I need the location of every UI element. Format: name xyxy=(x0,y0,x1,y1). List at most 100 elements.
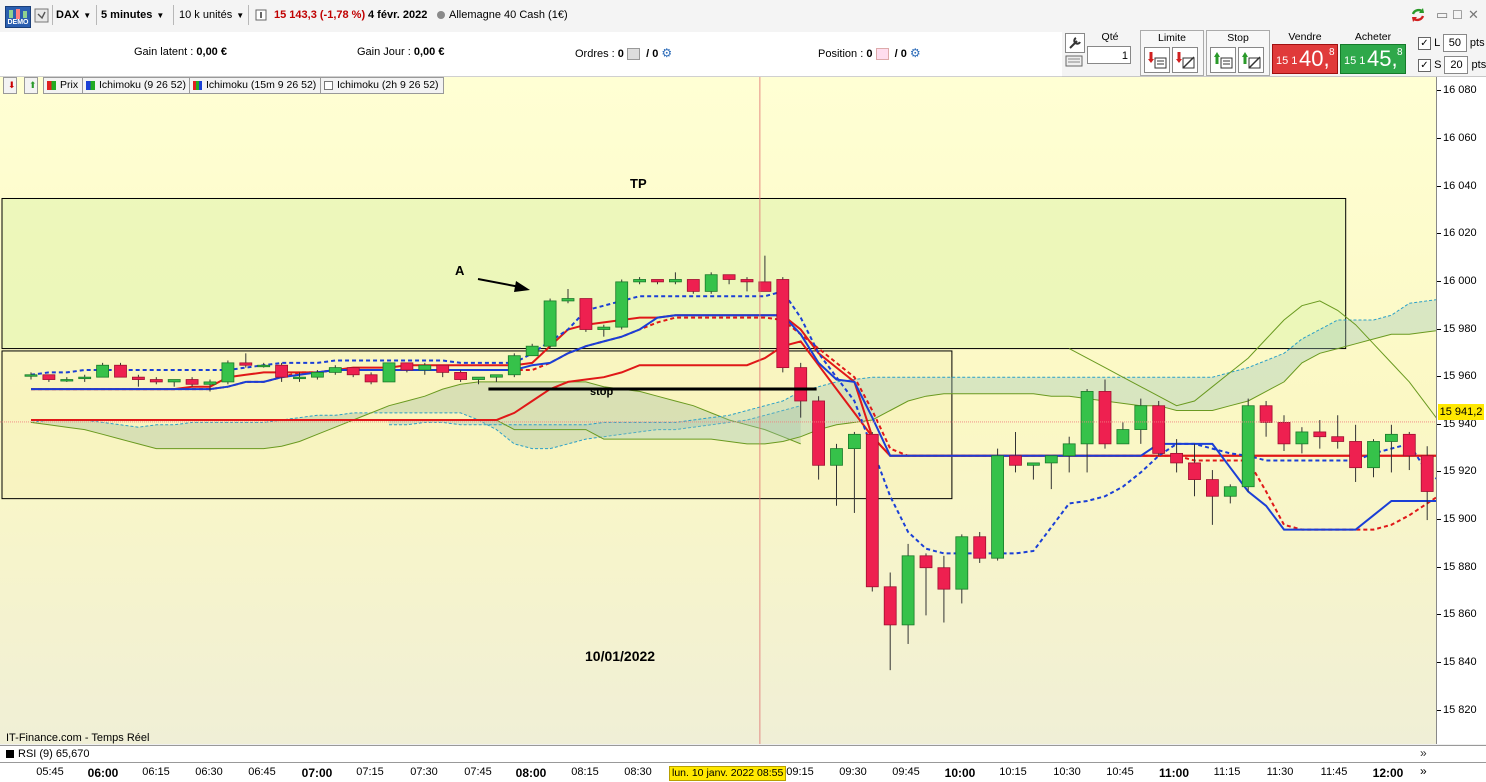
candle-body xyxy=(848,433,861,450)
demo-badge: DEMO xyxy=(5,6,31,28)
buy-box: Acheter 15 1 45, 8 xyxy=(1340,30,1406,74)
ichimoku-15m-color-swatch xyxy=(193,81,202,90)
price-tick-label: 15 960 xyxy=(1437,370,1477,383)
candle-body xyxy=(489,374,503,378)
timeframe-select[interactable]: 5 minutes ▼ xyxy=(101,5,164,25)
indicator-ichimoku-2h[interactable]: Ichimoku (2h 9 26 52) xyxy=(320,77,444,94)
price-chart-svg[interactable]: TP Astop 10/01/2022 xyxy=(0,77,1436,744)
candle-body xyxy=(400,362,414,371)
time-tick-label: 07:45 xyxy=(464,766,492,778)
candle-body xyxy=(561,298,575,302)
candle-body xyxy=(865,433,879,588)
price-chart[interactable]: TP Astop 10/01/2022 xyxy=(0,77,1436,744)
candle-body xyxy=(973,536,987,559)
time-tick-label: 08:30 xyxy=(624,766,652,778)
candle-body xyxy=(1116,429,1130,445)
wrench-icon[interactable] xyxy=(1065,33,1085,53)
time-tick-label: 07:30 xyxy=(410,766,438,778)
buy-price-big: 45, xyxy=(1367,46,1398,71)
stop-points-checkbox[interactable]: ✓ xyxy=(1418,58,1431,72)
sell-button[interactable]: 15 1 40, 8 xyxy=(1272,44,1338,74)
instrument-select[interactable]: DAX ▼ xyxy=(56,5,91,25)
time-tick-label: 10:45 xyxy=(1106,766,1134,778)
buy-button[interactable]: 15 1 45, 8 xyxy=(1340,44,1406,74)
keyboard-icon[interactable] xyxy=(1065,54,1083,68)
gain-jour-label: Gain Jour : xyxy=(357,46,411,58)
gear-icon[interactable]: ⚙ xyxy=(661,46,672,60)
price-tick-label: 15 860 xyxy=(1437,608,1477,621)
close-button[interactable]: ✕ xyxy=(1468,5,1479,25)
limit-points-checkbox[interactable]: ✓ xyxy=(1418,36,1431,50)
candle-body xyxy=(1367,441,1380,469)
limit-points-input[interactable]: 50 xyxy=(1442,34,1467,52)
indicator-label: Ichimoku (9 26 52) xyxy=(99,79,186,91)
position-label: Position : xyxy=(818,48,864,60)
info-icon[interactable] xyxy=(255,5,267,25)
position-summary[interactable]: Position : 0 / 0 ⚙ xyxy=(818,46,921,61)
limit-buy-button[interactable] xyxy=(1144,47,1170,73)
candle-body xyxy=(346,367,360,376)
candle-body xyxy=(758,281,772,292)
indicator-prix[interactable]: Prix xyxy=(43,77,84,94)
scroll-right-icon[interactable]: » xyxy=(1420,764,1427,778)
indicator-ichimoku-5m[interactable]: Ichimoku (9 26 52) xyxy=(82,77,191,94)
candle-body xyxy=(812,400,825,466)
refresh-icon[interactable] xyxy=(1408,5,1428,25)
candle-body xyxy=(651,279,664,283)
session-date-label: 10/01/2022 xyxy=(585,648,655,664)
candle-body xyxy=(472,376,485,380)
limit-sell-button[interactable] xyxy=(1172,47,1198,73)
candle xyxy=(221,360,235,385)
indicator-ichimoku-15m[interactable]: Ichimoku (15m 9 26 52) xyxy=(189,77,322,94)
candle-body xyxy=(794,367,808,402)
units-label: 10 k unités xyxy=(179,9,233,21)
point-a-label: A xyxy=(455,263,465,278)
candle-body xyxy=(507,355,521,376)
stop-sell-button[interactable] xyxy=(1238,47,1264,73)
rsi-panel[interactable]: RSI (9) 65,670 » xyxy=(0,745,1486,763)
minimize-button[interactable]: ▭ xyxy=(1436,5,1448,25)
time-tick-label: 09:15 xyxy=(786,766,814,778)
candle-body xyxy=(1206,479,1219,497)
time-tick-label: 08:15 xyxy=(571,766,599,778)
gear-icon[interactable]: ⚙ xyxy=(910,46,921,60)
price-tick-label: 16 080 xyxy=(1437,84,1477,97)
units-select[interactable]: 10 k unités ▼ xyxy=(179,5,244,25)
position-count: 0 xyxy=(866,48,873,60)
time-tick-label: 10:30 xyxy=(1053,766,1081,778)
expand-rsi-icon[interactable]: » xyxy=(1420,746,1427,760)
candle-body xyxy=(131,376,145,380)
candle-body xyxy=(257,364,271,368)
price-color-swatch xyxy=(47,81,56,90)
price-tick-label: 16 040 xyxy=(1437,179,1477,192)
orders-total: / 0 xyxy=(646,48,659,60)
time-tick-label: 05:45 xyxy=(36,766,64,778)
limit-points-row: ✓ L 50 pts xyxy=(1418,34,1485,52)
time-tick-label: 10:15 xyxy=(999,766,1027,778)
stop-buy-button[interactable] xyxy=(1210,47,1236,73)
add-indicator-icon[interactable]: ⬆ xyxy=(24,77,38,94)
qty-input[interactable]: 1 xyxy=(1087,46,1131,64)
candle xyxy=(865,431,879,592)
stop-points-input[interactable]: 20 xyxy=(1444,56,1469,74)
candle xyxy=(1241,398,1255,492)
time-tick-label: 11:00 xyxy=(1158,766,1190,780)
candle-body xyxy=(901,555,915,626)
remove-indicator-icon[interactable]: ⬇ xyxy=(3,77,17,94)
candle xyxy=(776,277,790,373)
maximize-button[interactable]: ☐ xyxy=(1452,5,1463,25)
time-tick-label: 06:30 xyxy=(195,766,223,778)
candle-body xyxy=(78,376,92,380)
candle xyxy=(543,298,557,349)
time-tick-label: 10:00 xyxy=(944,766,976,780)
candle-body xyxy=(436,364,450,373)
candle-body xyxy=(1134,405,1148,430)
candle-body xyxy=(722,274,736,280)
limit-points-unit: pts xyxy=(1469,36,1485,49)
timeframe-label: 5 minutes xyxy=(101,9,153,21)
stop-label: stop xyxy=(590,386,614,398)
last-price-tag: 15 941,2 xyxy=(1438,404,1484,420)
orders-summary[interactable]: Ordres : 0 / 0 ⚙ xyxy=(575,46,672,61)
gain-latent: Gain latent : 0,00 € xyxy=(134,46,227,58)
settings-icon[interactable] xyxy=(34,5,50,25)
